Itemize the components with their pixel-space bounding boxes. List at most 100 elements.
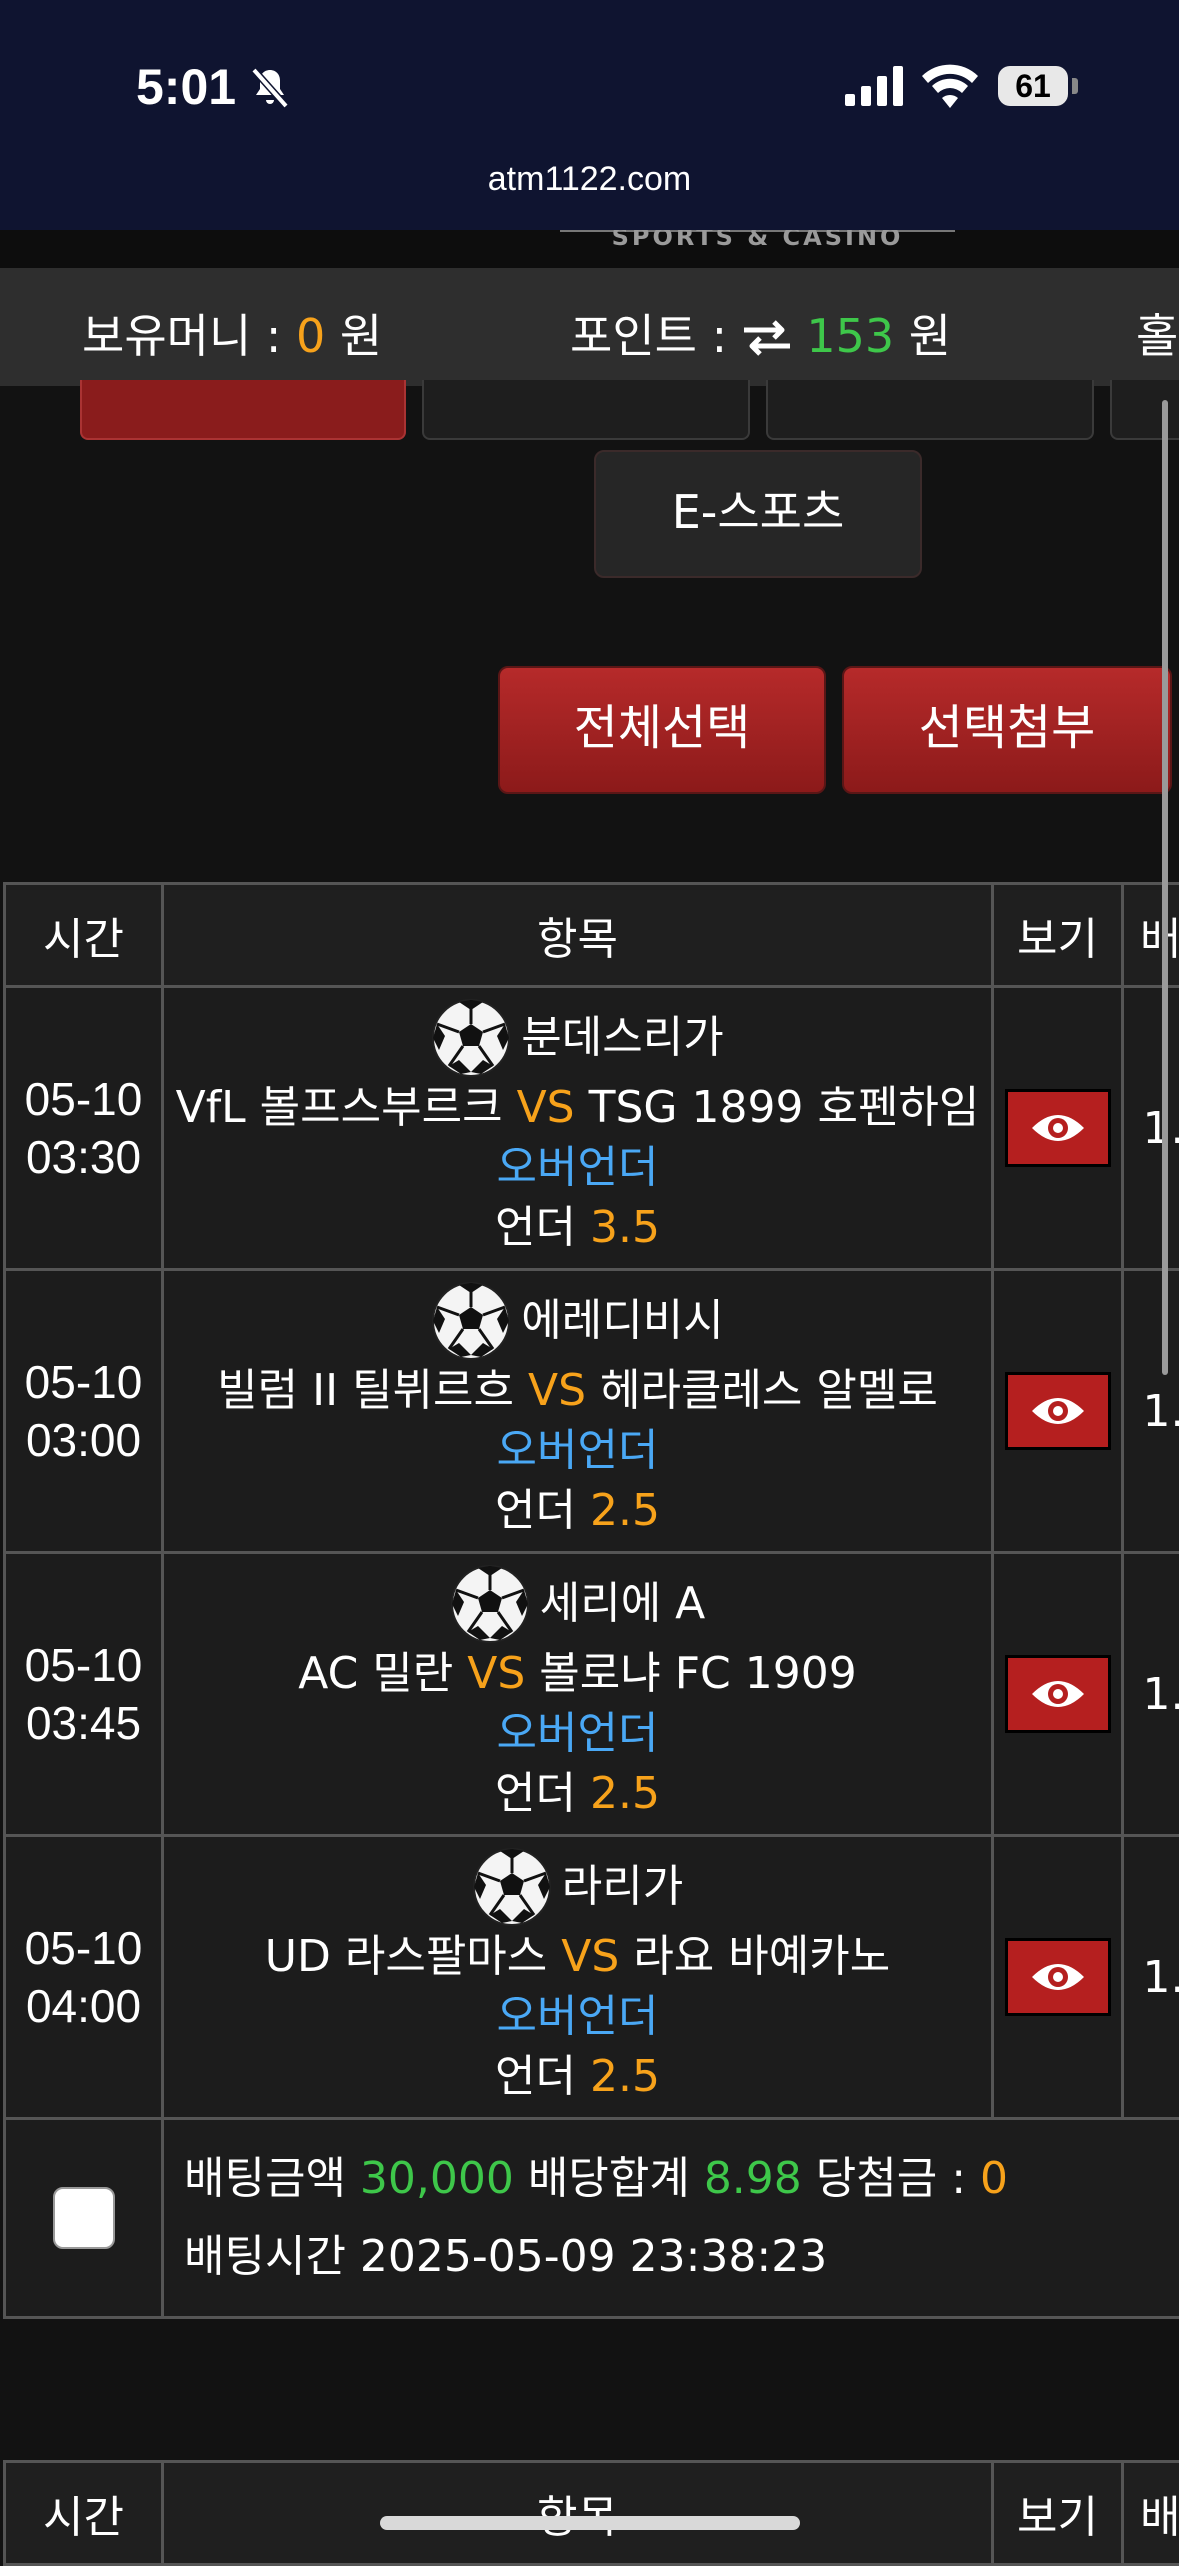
match-date: 05-10: [6, 1353, 161, 1411]
logo-strip: SPORTS & CASINO: [0, 230, 1179, 268]
home-team: VfL 볼프스부르크: [176, 1082, 503, 1133]
table2-header-row: 시간 항목 보기 배: [5, 2462, 1179, 2565]
pick-line-value: 2.5: [590, 1485, 660, 1536]
select-all-button[interactable]: 전체선택: [498, 666, 826, 794]
header-time: 시간: [5, 884, 163, 987]
away-team: TSG 1899 호펜하임: [589, 1082, 980, 1133]
league-name: 세리에 A: [540, 1574, 706, 1634]
eye-icon: [1030, 1393, 1086, 1429]
exchange-icon[interactable]: [742, 320, 792, 356]
address-bar-url[interactable]: atm1122.com: [0, 160, 1179, 199]
teams-line: VfL 볼프스부르크 VS TSG 1899 호펜하임: [164, 1078, 991, 1138]
nav-button-minigame[interactable]: [766, 380, 1094, 440]
battery-cap: [1072, 78, 1078, 94]
match-time: 03:00: [6, 1411, 161, 1469]
view-cell: [993, 1836, 1123, 2119]
nav-button-sports[interactable]: [80, 380, 406, 440]
wifi-icon: [922, 64, 978, 108]
market-type: 오버언더: [164, 1704, 991, 1764]
bet-summary-row: 배팅금액 30,000 배당합계 8.98 당첨금 : 0 배팅시간 2025-…: [5, 2119, 1179, 2318]
match-time: 03:30: [6, 1128, 161, 1186]
points-label: 포인트 :: [570, 309, 742, 363]
eye-icon: [1030, 1110, 1086, 1146]
odds-cell: 1.: [1123, 1836, 1179, 2119]
bell-muted-icon: [246, 64, 294, 112]
bet-time-label: 배팅시간: [184, 2231, 346, 2282]
bet-select-checkbox[interactable]: [53, 2187, 115, 2249]
total-odds-label: 배당합계: [528, 2153, 690, 2204]
match-time: 04:00: [6, 1977, 161, 2035]
match-item-cell: 에레디비시빌럼 II 틸뷔르흐 VS 헤라클레스 알멜로오버언더언더 2.5: [163, 1270, 993, 1553]
money-unit: 원: [325, 309, 382, 363]
pick-line: 언더 2.5: [164, 1764, 991, 1824]
total-odds: 8.98: [704, 2153, 802, 2204]
view-button[interactable]: [1005, 1655, 1111, 1733]
points-balance: 포인트 : 153 원: [570, 300, 951, 366]
view-cell: [993, 1553, 1123, 1836]
battery-indicator: 61: [998, 66, 1068, 106]
header-view: 보기: [993, 884, 1123, 987]
away-team: 볼로냐 FC 1909: [539, 1648, 856, 1699]
home-indicator[interactable]: [380, 2516, 800, 2530]
win-label: 당첨금 :: [816, 2153, 966, 2204]
table-header-row: 시간 항목 보기 배: [5, 884, 1179, 987]
pick-line-value: 2.5: [590, 1768, 660, 1819]
match-item-cell: 세리에 A AC 밀란 VS 볼로냐 FC 1909오버언더언더 2.5: [163, 1553, 993, 1836]
soccer-ball-icon: [450, 1564, 530, 1644]
pick-line: 언더 3.5: [164, 1198, 991, 1258]
league-line: 라리가: [164, 1847, 991, 1927]
soccer-ball-icon: [472, 1847, 552, 1927]
vs-label: VS: [517, 1082, 575, 1133]
bet-summary: 배팅금액 30,000 배당합계 8.98 당첨금 : 0 배팅시간 2025-…: [163, 2119, 1179, 2318]
nav-button-more[interactable]: [1110, 380, 1179, 440]
bet-row: 05-1003:45 세리에 A AC 밀란 VS 볼로냐 FC 1909오버언더언…: [5, 1553, 1179, 1836]
site-logo: SPORTS & CASINO: [560, 230, 955, 242]
match-time: 03:45: [6, 1694, 161, 1752]
league-line: 분데스리가: [164, 998, 991, 1078]
view-button[interactable]: [1005, 1089, 1111, 1167]
soccer-ball-icon: [431, 1281, 511, 1361]
nav-button-esports[interactable]: E-스포츠: [594, 450, 922, 578]
view-cell: [993, 1270, 1123, 1553]
vs-label: VS: [528, 1365, 586, 1416]
view-button[interactable]: [1005, 1938, 1111, 2016]
soccer-ball-icon: [431, 998, 511, 1078]
bet-row: 05-1003:30 분데스리가 VfL 볼프스부르크 VS TSG 1899 호펜…: [5, 987, 1179, 1270]
scrollbar[interactable]: [1162, 400, 1168, 1375]
match-time-cell: 05-1003:00: [5, 1270, 163, 1553]
bet-amount: 30,000: [360, 2153, 514, 2204]
money-label: 보유머니 :: [82, 309, 296, 363]
odds-cell: 1.: [1123, 1270, 1179, 1553]
attach-selected-button[interactable]: 선택첨부: [842, 666, 1172, 794]
league-name: 분데스리가: [521, 1008, 723, 1068]
bet-history-table-2: 시간 항목 보기 배: [3, 2460, 1179, 2566]
money-balance: 보유머니 : 0 원: [82, 300, 382, 366]
odds-cell: 1.: [1123, 987, 1179, 1270]
bet-row: 05-1004:00라리가UD 라스팔마스 VS 라요 바예카노오버언더언더 2…: [5, 1836, 1179, 2119]
pick-line-value: 2.5: [590, 2051, 660, 2102]
summary-line-2: 배팅시간 2025-05-09 23:38:23: [184, 2218, 1179, 2296]
league-name: 에레디비시: [521, 1291, 723, 1351]
bet-time: 2025-05-09 23:38:23: [360, 2231, 827, 2282]
info-bar-more: 홀: [1136, 300, 1178, 366]
eye-icon: [1030, 1959, 1086, 1995]
match-time-cell: 05-1003:30: [5, 987, 163, 1270]
bet-history-table: 시간 항목 보기 배 05-1003:30분데스리가VfL 볼프스부르크 VS …: [3, 882, 1179, 2319]
market-type: 오버언더: [164, 1138, 991, 1198]
summary-checkbox-cell: [5, 2119, 163, 2318]
match-date: 05-10: [6, 1070, 161, 1128]
match-date: 05-10: [6, 1636, 161, 1694]
pick-label: 언더: [495, 1485, 576, 1536]
header2-time: 시간: [5, 2462, 163, 2565]
teams-line: 빌럼 II 틸뷔르흐 VS 헤라클레스 알멜로: [164, 1361, 991, 1421]
clock: 5:01: [136, 58, 236, 116]
league-line: 에레디비시: [164, 1281, 991, 1361]
account-info-bar: 보유머니 : 0 원 포인트 : 153 원 홀: [0, 268, 1179, 386]
view-button[interactable]: [1005, 1372, 1111, 1450]
teams-line: AC 밀란 VS 볼로냐 FC 1909: [164, 1644, 991, 1704]
status-bar: 5:01 61 atm1122.com: [0, 0, 1179, 230]
nav-button-live[interactable]: [422, 380, 750, 440]
cellular-signal-icon: [845, 66, 905, 106]
market-type: 오버언더: [164, 1421, 991, 1481]
odds-cell: 1.: [1123, 1553, 1179, 1836]
